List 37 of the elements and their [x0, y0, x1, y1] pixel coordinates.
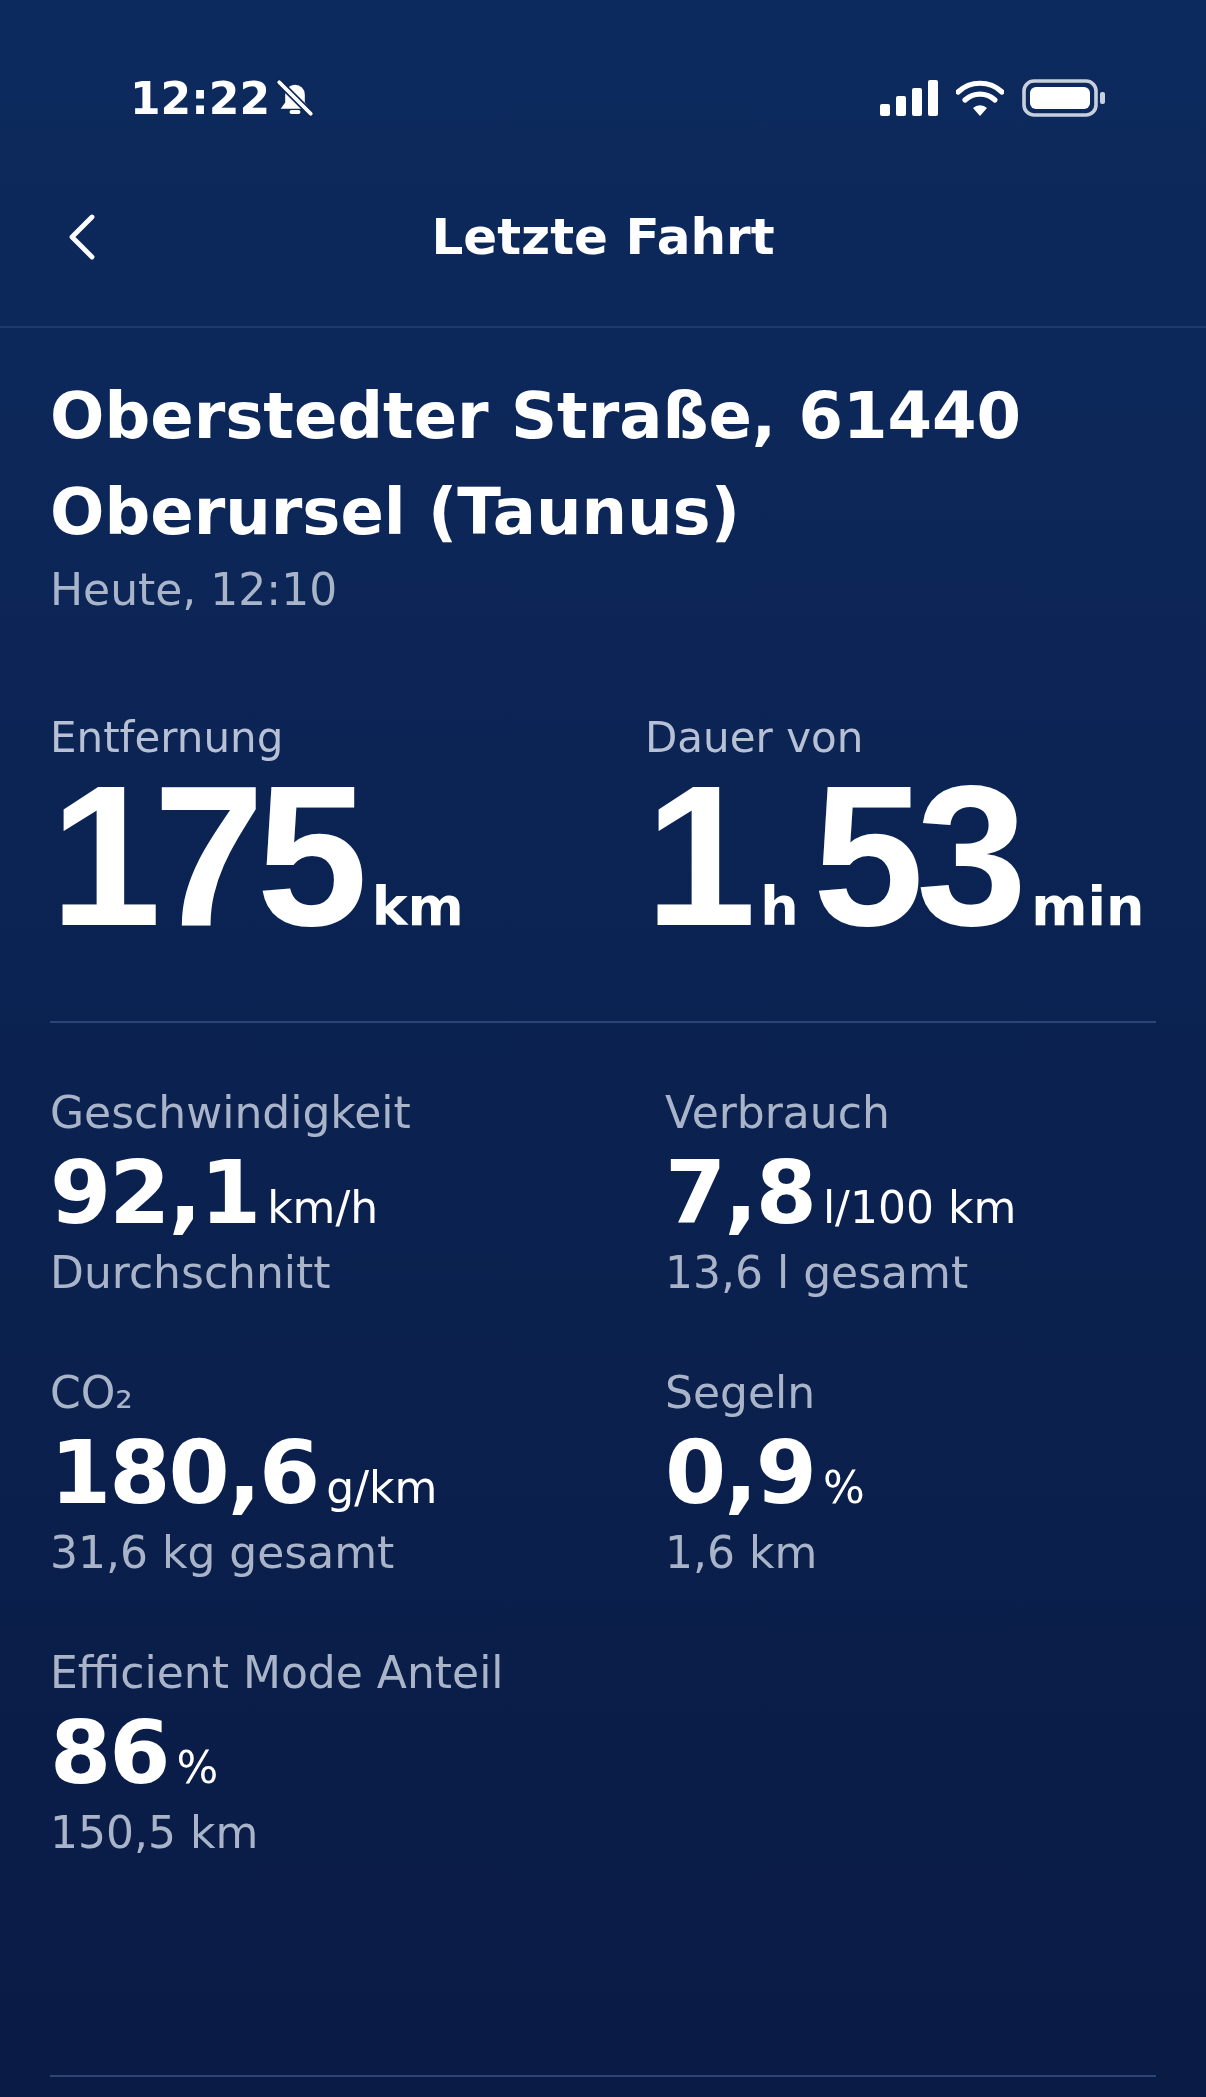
- stat-note: 150,5 km: [50, 1806, 260, 1860]
- stat-label: CO₂: [50, 1366, 134, 1420]
- stat-unit: l/100 km: [822, 1182, 1017, 1233]
- stat-value: 86: [50, 1701, 169, 1805]
- stat-label: Efficient Mode Anteil: [50, 1646, 505, 1700]
- stat-value: 7,8: [665, 1141, 815, 1245]
- stat-note: 13,6 l gesamt: [665, 1246, 970, 1300]
- stat-note: 31,6 kg gesamt: [50, 1526, 396, 1580]
- summary-value: 175: [50, 761, 360, 951]
- muted-bell-icon: [274, 77, 317, 119]
- back-chevron-icon: [68, 213, 96, 261]
- summary-label: Dauer von: [645, 715, 865, 761]
- stat-unit: %: [822, 1462, 865, 1513]
- summary-value: 1: [645, 761, 749, 951]
- stat-label: Segeln: [665, 1366, 817, 1420]
- stat-note: 1,6 km: [665, 1526, 819, 1580]
- summary-unit: h: [760, 875, 799, 938]
- signal-icon: [880, 80, 938, 116]
- stat-unit: %: [176, 1742, 219, 1793]
- stat-label: Verbrauch: [665, 1086, 891, 1140]
- stat-value: 92,1: [50, 1141, 260, 1245]
- screen-title: Letzte Fahrt: [431, 208, 775, 266]
- stat-unit: g/km: [326, 1462, 438, 1513]
- stat-value: 180,6: [50, 1421, 319, 1525]
- stat-value: 0,9: [665, 1421, 815, 1525]
- wifi-icon: [956, 80, 1004, 116]
- stat-label: Geschwindigkeit: [50, 1086, 412, 1140]
- trip-address: Oberstedter Straße, 61440 Oberursel (Taunus): [50, 378, 1023, 551]
- summary-value: 53: [812, 761, 1020, 951]
- stat-unit: km/h: [267, 1182, 379, 1233]
- status-time: 12:22: [130, 72, 271, 124]
- summary-unit: min: [1031, 875, 1145, 938]
- summary-label: Entfernung: [50, 715, 285, 761]
- trip-date: Heute, 12:10: [50, 564, 339, 615]
- summary-unit: km: [371, 875, 464, 938]
- battery-icon: [1022, 79, 1106, 117]
- stat-note: Durchschnitt: [50, 1246, 332, 1300]
